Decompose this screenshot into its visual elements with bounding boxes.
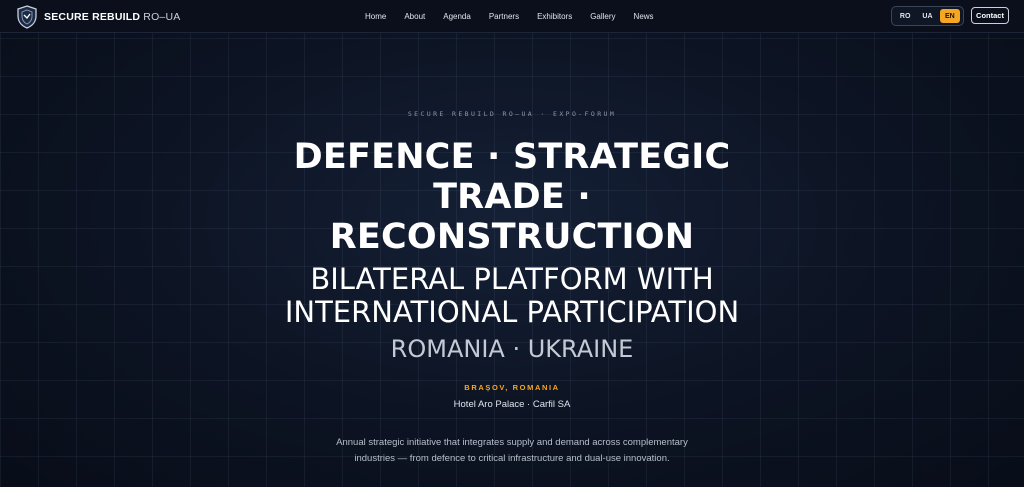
main-nav: Home About Agenda Partners Exhibitors Ga… xyxy=(365,0,672,33)
hero-section: SECURE REBUILD RO–UA · EXPO-FORUM DEFENC… xyxy=(0,33,1024,487)
lang-en-button[interactable]: EN xyxy=(939,9,960,23)
contact-button[interactable]: Contact xyxy=(971,7,1009,24)
lang-ua-button[interactable]: UA xyxy=(917,9,937,23)
page: SECURE REBUILD RO–UA Home About Agenda P… xyxy=(0,0,1024,487)
nav-partners[interactable]: Partners xyxy=(489,12,519,21)
lang-ro-button[interactable]: RO xyxy=(895,9,915,23)
event-location: BRAȘOV, ROMANIA xyxy=(464,383,560,392)
hero-title: DEFENCE · STRATEGIC TRADE · RECONSTRUCTI… xyxy=(293,137,731,257)
nav-home[interactable]: Home xyxy=(365,12,386,21)
nav-about[interactable]: About xyxy=(404,12,425,21)
event-venue: Hotel Aro Palace · Carfil SA xyxy=(453,399,571,410)
hero-description: Annual strategic initiative that integra… xyxy=(336,437,688,464)
nav-gallery[interactable]: Gallery xyxy=(590,12,615,21)
nav-news[interactable]: News xyxy=(634,12,654,21)
hero-subtitle: BILATERAL PLATFORM WITH INTERNATIONAL PA… xyxy=(284,262,740,329)
brand[interactable]: SECURE REBUILD RO–UA xyxy=(16,4,180,29)
nav-agenda[interactable]: Agenda xyxy=(443,12,471,21)
brand-name: SECURE REBUILD RO–UA xyxy=(44,10,181,23)
nav-exhibitors[interactable]: Exhibitors xyxy=(537,12,572,21)
hero-countries: ROMANIA · UKRAINE xyxy=(390,335,634,363)
hero-eyebrow: SECURE REBUILD RO–UA · EXPO-FORUM xyxy=(407,110,617,118)
top-navigation-bar: SECURE REBUILD RO–UA Home About Agenda P… xyxy=(0,0,1024,33)
shield-logo-icon xyxy=(17,4,37,29)
language-switcher: RO UA EN xyxy=(891,6,964,26)
brand-suffix: RO–UA xyxy=(143,10,181,23)
